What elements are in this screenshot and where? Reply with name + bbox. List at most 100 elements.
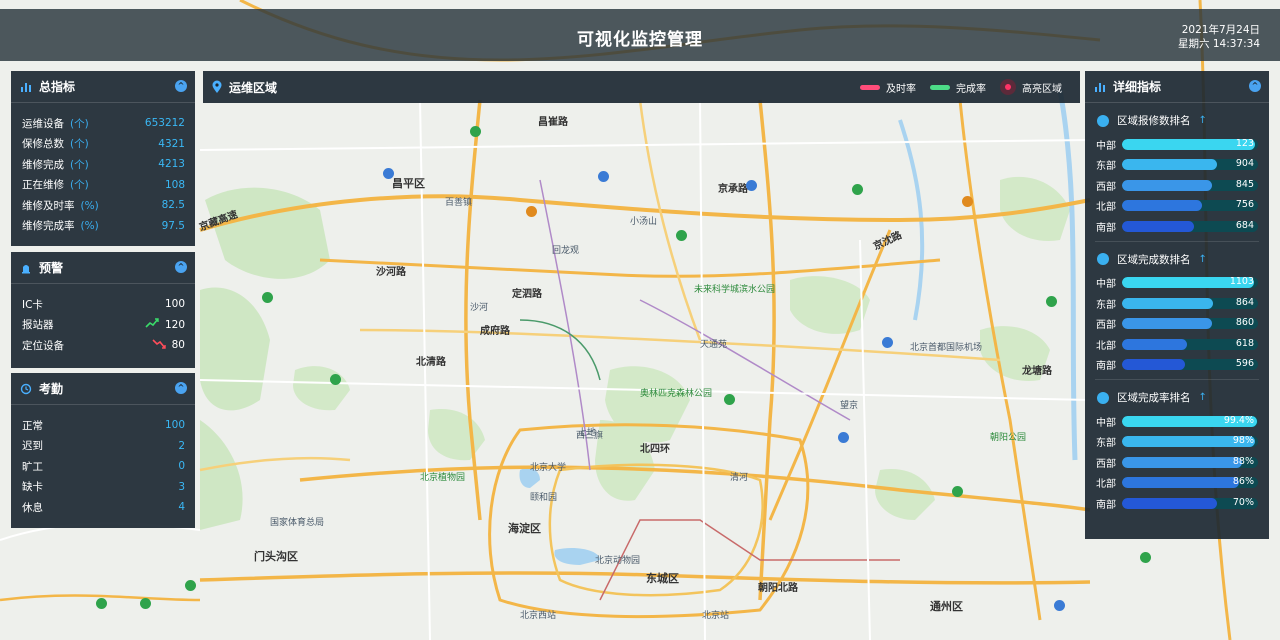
map-place-label: 北京站	[702, 611, 730, 621]
attendance-row: 迟到 2	[11, 436, 195, 457]
map-poi-marker[interactable]	[262, 292, 273, 303]
attendance-label: 休息	[22, 501, 43, 514]
map-place-label: 沙河	[470, 303, 489, 313]
rank-row: 东部 904	[1085, 155, 1269, 176]
map-poi-marker[interactable]	[962, 196, 973, 207]
rank-bar-fill	[1122, 159, 1218, 171]
summary-unit: (个)	[70, 179, 89, 192]
rank-section-icon	[1097, 253, 1109, 265]
attendance-row: 旷工 0	[11, 456, 195, 477]
legend-highlight-area[interactable]: 高亮区域	[1000, 79, 1062, 95]
map-place-label: 北京植物园	[420, 473, 466, 483]
map-poi-marker[interactable]	[598, 171, 609, 182]
map-poi-marker[interactable]	[470, 126, 481, 137]
map-poi-marker[interactable]	[882, 337, 893, 348]
rank-section-label: 区域完成率排名	[1117, 392, 1191, 404]
attendance-row: 缺卡 3	[11, 477, 195, 498]
map-place-label: 回龙观	[552, 246, 580, 256]
summary-unit: (%)	[80, 199, 99, 212]
warning-value-group: 120	[145, 318, 185, 331]
attendance-label: 正常	[22, 419, 43, 432]
legend-timely-rate[interactable]: 及时率	[860, 80, 916, 95]
rank-row: 南部 596	[1085, 355, 1269, 376]
map-poi-marker[interactable]	[140, 598, 151, 609]
bar-chart-icon	[1093, 80, 1107, 94]
rank-row: 北部 86%	[1085, 473, 1269, 494]
ops-area-bar: 运维区域 及时率 完成率 高亮区域	[203, 71, 1080, 103]
map-poi-marker[interactable]	[838, 432, 849, 443]
summary-unit: (个)	[70, 117, 89, 130]
highlight-dot-icon	[1000, 79, 1016, 95]
rank-bar-track: 860	[1122, 318, 1258, 330]
attendance-panel-title: 考勤	[39, 382, 64, 396]
warning-value-group: 100	[165, 298, 185, 310]
map-road-label: 北四环	[640, 444, 670, 455]
map-poi-marker[interactable]	[1054, 600, 1065, 611]
map-poi-marker[interactable]	[746, 180, 757, 191]
summary-value: 653212	[144, 117, 185, 130]
summary-panel: 总指标 ^ 运维设备 (个) 653212 保修总数 (个) 4321 维修完成 (个) 421…	[11, 71, 195, 246]
rank-region-label: 西部	[1096, 458, 1116, 470]
rank-region-label: 北部	[1096, 479, 1116, 491]
rank-bar-track: 596	[1122, 359, 1258, 371]
rank-bar-fill	[1122, 456, 1242, 468]
legend-label: 高亮区域	[1022, 83, 1062, 95]
rank-region-label: 东部	[1096, 299, 1116, 311]
map-poi-marker[interactable]	[383, 168, 394, 179]
attendance-value: 3	[178, 480, 185, 493]
attendance-value: 2	[178, 439, 185, 452]
map-poi-marker[interactable]	[1046, 296, 1057, 307]
rank-region-label: 中部	[1096, 279, 1116, 291]
collapse-panel-button[interactable]: ^	[1249, 80, 1261, 92]
map-poi-marker[interactable]	[330, 374, 341, 385]
map-poi-marker[interactable]	[676, 230, 687, 241]
map-place-label: 北京大学	[530, 463, 567, 473]
legend-completion-rate[interactable]: 完成率	[930, 80, 986, 95]
rank-bar-value: 86%	[1232, 477, 1254, 488]
summary-value: 108	[164, 178, 185, 191]
map-place-label: 通州区	[930, 600, 963, 613]
rank-bar-track: 864	[1122, 297, 1258, 309]
summary-row: 正在维修 (个) 108	[11, 175, 195, 196]
map-road-label: 沙河路	[376, 267, 406, 278]
rank-bar-track: 756	[1122, 200, 1258, 212]
map-poi-marker[interactable]	[724, 394, 735, 405]
datetime-display: 2021年7月24日 星期六 14:37:34	[1178, 23, 1260, 51]
rank-section-title: 区域报修数排名 ↑	[1097, 113, 1269, 128]
rank-bar-fill	[1122, 179, 1212, 191]
map-place-label: 奥林匹克森林公园	[640, 389, 713, 399]
map-poi-marker[interactable]	[526, 206, 537, 217]
rank-region-label: 东部	[1096, 438, 1116, 450]
rank-row: 东部 98%	[1085, 432, 1269, 453]
rank-bar-fill	[1122, 338, 1188, 350]
summary-label-group: 运维设备 (个)	[22, 116, 89, 131]
rank-region-label: 北部	[1096, 340, 1116, 352]
rank-bar-track: 88%	[1122, 456, 1258, 468]
legend-swatch	[860, 84, 880, 90]
map-poi-marker[interactable]	[96, 598, 107, 609]
rank-bar-track: 98%	[1122, 436, 1258, 448]
collapse-panel-button[interactable]: ^	[175, 261, 187, 273]
rank-row: 南部 684	[1085, 216, 1269, 237]
rank-section-icon	[1097, 114, 1109, 127]
map-road-label: 京承路	[718, 184, 748, 195]
rank-section-title: 区域完成数排名 ↑	[1097, 252, 1269, 267]
sort-arrow-icon[interactable]: ↑	[1199, 115, 1207, 126]
summary-row: 维修及时率 (%) 82.5	[11, 195, 195, 216]
map-poi-marker[interactable]	[952, 486, 963, 497]
sort-arrow-icon[interactable]: ↑	[1199, 254, 1207, 265]
map-poi-marker[interactable]	[852, 184, 863, 195]
map-poi-marker[interactable]	[185, 580, 196, 591]
sort-arrow-icon[interactable]: ↑	[1199, 392, 1207, 403]
collapse-panel-button[interactable]: ^	[175, 382, 187, 394]
rank-bar-value: 88%	[1232, 456, 1254, 467]
rank-bar-value: 596	[1235, 359, 1254, 370]
rank-region-label: 中部	[1096, 140, 1116, 152]
summary-label: 正在维修	[22, 179, 64, 192]
date-text: 2021年7月24日	[1181, 24, 1260, 36]
map-poi-marker[interactable]	[1140, 552, 1151, 563]
collapse-panel-button[interactable]: ^	[175, 80, 187, 92]
attendance-label: 旷工	[22, 460, 43, 473]
summary-unit: (个)	[70, 138, 89, 151]
rank-section-title: 区域完成率排名 ↑	[1097, 390, 1269, 405]
